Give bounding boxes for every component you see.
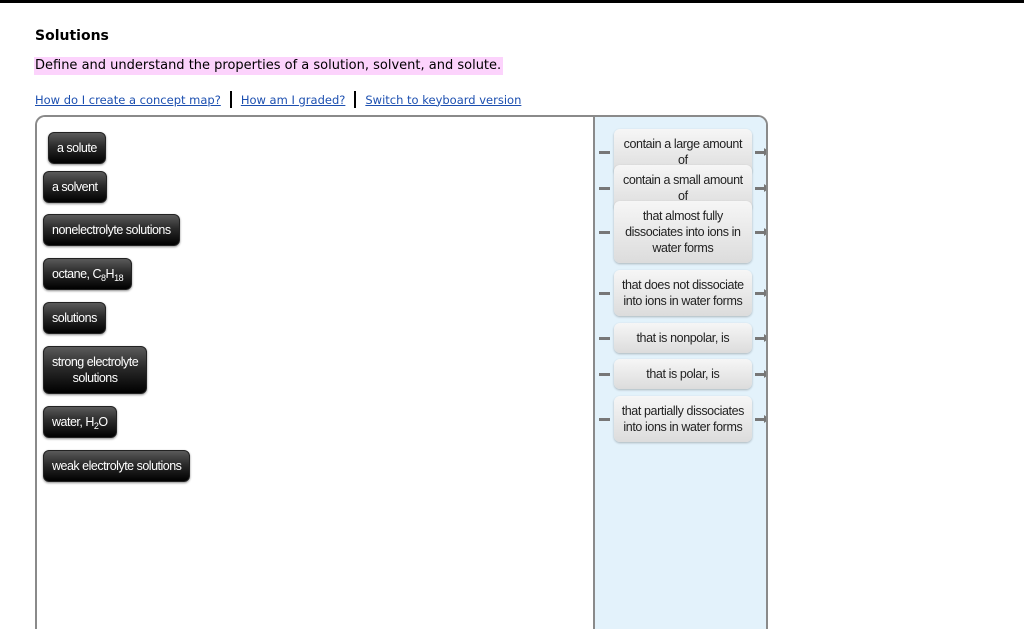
linking-phrase-label: into ions in water forms <box>623 294 743 308</box>
linking-phrase-label: into ions in water forms <box>623 420 743 434</box>
left-connector-handle[interactable] <box>599 230 610 234</box>
learning-objective: Define and understand the properties of … <box>34 57 504 75</box>
linking-phrase-polar[interactable]: that is polar, is <box>613 359 752 389</box>
linking-phrase-item[interactable]: that is nonpolar, is <box>595 323 766 353</box>
left-connector-handle[interactable] <box>599 336 610 340</box>
linking-phrase-almost-fully-dissociates[interactable]: that almost fully dissociates into ions … <box>613 201 752 263</box>
linking-phrase-bank: contain a large amount of contain a smal… <box>593 117 766 629</box>
help-links: How do I create a concept map? How am I … <box>35 91 521 108</box>
left-connector-handle[interactable] <box>599 291 610 295</box>
concept-nonelectrolyte-solutions[interactable]: nonelectrolyte solutions <box>43 214 180 246</box>
concept-solutions[interactable]: solutions <box>43 302 106 334</box>
left-connector-handle[interactable] <box>599 186 610 190</box>
right-arrow-handle[interactable] <box>755 289 766 297</box>
right-arrow-handle[interactable] <box>755 370 766 378</box>
right-arrow-handle[interactable] <box>755 415 766 423</box>
right-arrow-handle[interactable] <box>755 148 766 156</box>
linking-phrase-label: that is nonpolar, is <box>636 331 730 345</box>
concept-map-area: a solute a solvent nonelectrolyte soluti… <box>35 115 768 629</box>
concept-a-solvent[interactable]: a solvent <box>43 171 107 203</box>
linking-phrase-label: that is polar, is <box>646 367 720 381</box>
linking-phrase-label: contain a small amount of <box>622 173 743 203</box>
linking-phrase-item[interactable]: that almost fully dissociates into ions … <box>595 201 766 263</box>
left-connector-handle[interactable] <box>599 150 610 154</box>
linking-phrase-item[interactable]: that partially dissociates into ions in … <box>595 396 766 442</box>
switch-to-keyboard-version-link[interactable]: Switch to keyboard version <box>365 93 521 107</box>
concept-map-canvas[interactable]: a solute a solvent nonelectrolyte soluti… <box>37 117 593 629</box>
linking-phrase-item[interactable]: that does not dissociate into ions in wa… <box>595 270 766 316</box>
left-connector-handle[interactable] <box>599 417 610 421</box>
page-title: Solutions <box>35 28 109 44</box>
linking-phrase-nonpolar[interactable]: that is nonpolar, is <box>613 323 752 353</box>
linking-phrase-label: contain a large amount of <box>623 137 743 167</box>
concept-a-solute[interactable]: a solute <box>48 132 106 164</box>
concept-label: water, H2O <box>52 415 108 431</box>
link-separator <box>229 91 232 108</box>
concept-strong-electrolyte-solutions[interactable]: strong electrolyte solutions <box>43 346 148 394</box>
concept-label: solutions <box>72 371 118 385</box>
how-am-i-graded-link[interactable]: How am I graded? <box>241 93 346 107</box>
concept-octane[interactable]: octane, C8H18 <box>43 258 133 290</box>
concept-weak-electrolyte-solutions[interactable]: weak electrolyte solutions <box>43 450 191 482</box>
left-connector-handle[interactable] <box>599 372 610 376</box>
linking-phrase-label: that partially dissociates <box>621 404 745 418</box>
right-arrow-handle[interactable] <box>755 184 766 192</box>
linking-phrase-label: dissociates into ions in <box>625 225 741 239</box>
concept-label: strong electrolyte <box>52 355 139 369</box>
how-to-create-concept-map-link[interactable]: How do I create a concept map? <box>35 93 221 107</box>
linking-phrase-label: water forms <box>652 241 714 255</box>
linking-phrase-partially-dissociates[interactable]: that partially dissociates into ions in … <box>613 396 752 442</box>
right-arrow-handle[interactable] <box>755 228 766 236</box>
concept-label: a solute <box>57 141 97 155</box>
concept-water[interactable]: water, H2O <box>43 406 117 438</box>
linking-phrase-label: that does not dissociate <box>621 278 744 292</box>
concept-label: solutions <box>52 311 97 325</box>
link-separator <box>354 91 357 108</box>
concept-label: weak electrolyte solutions <box>52 459 182 473</box>
top-bar <box>0 0 1024 3</box>
concept-label: a solvent <box>52 180 98 194</box>
concept-label: nonelectrolyte solutions <box>52 223 171 237</box>
right-arrow-handle[interactable] <box>755 334 766 342</box>
linking-phrase-label: that almost fully <box>642 209 723 223</box>
linking-phrase-does-not-dissociate[interactable]: that does not dissociate into ions in wa… <box>613 270 752 316</box>
concept-label: octane, C8H18 <box>52 267 124 283</box>
linking-phrase-item[interactable]: that is polar, is <box>595 359 766 389</box>
